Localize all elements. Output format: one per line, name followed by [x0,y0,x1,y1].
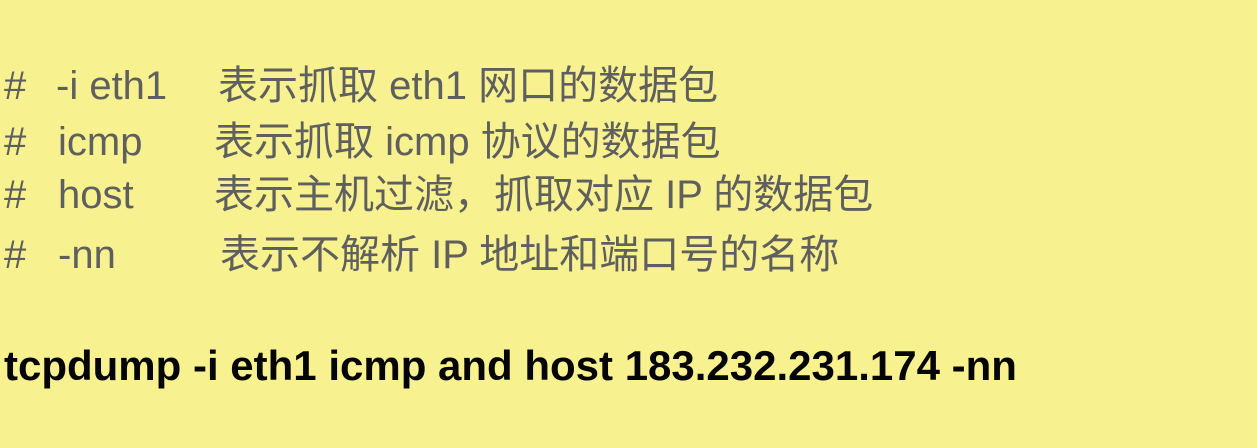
option-description: 表示抓取 eth1 网口的数据包 [218,64,719,108]
hash-symbol: # [4,64,27,108]
hash-symbol: # [4,233,27,277]
option-flag: -nn [58,233,116,277]
tcpdump-command: tcpdump -i eth1 icmp and host 183.232.23… [4,342,1017,389]
hash-symbol: # [4,173,27,217]
option-flag: icmp [58,120,143,164]
option-flag: host [58,173,134,217]
slide-canvas: # -i eth1 表示抓取 eth1 网口的数据包 # icmp 表示抓取 i… [0,0,1257,448]
option-description: 表示主机过滤，抓取对应 IP 的数据包 [214,173,874,217]
hash-symbol: # [4,120,27,164]
option-flag: -i eth1 [56,64,168,108]
option-description: 表示不解析 IP 地址和端口号的名称 [220,233,840,277]
option-description: 表示抓取 icmp 协议的数据包 [214,120,721,164]
